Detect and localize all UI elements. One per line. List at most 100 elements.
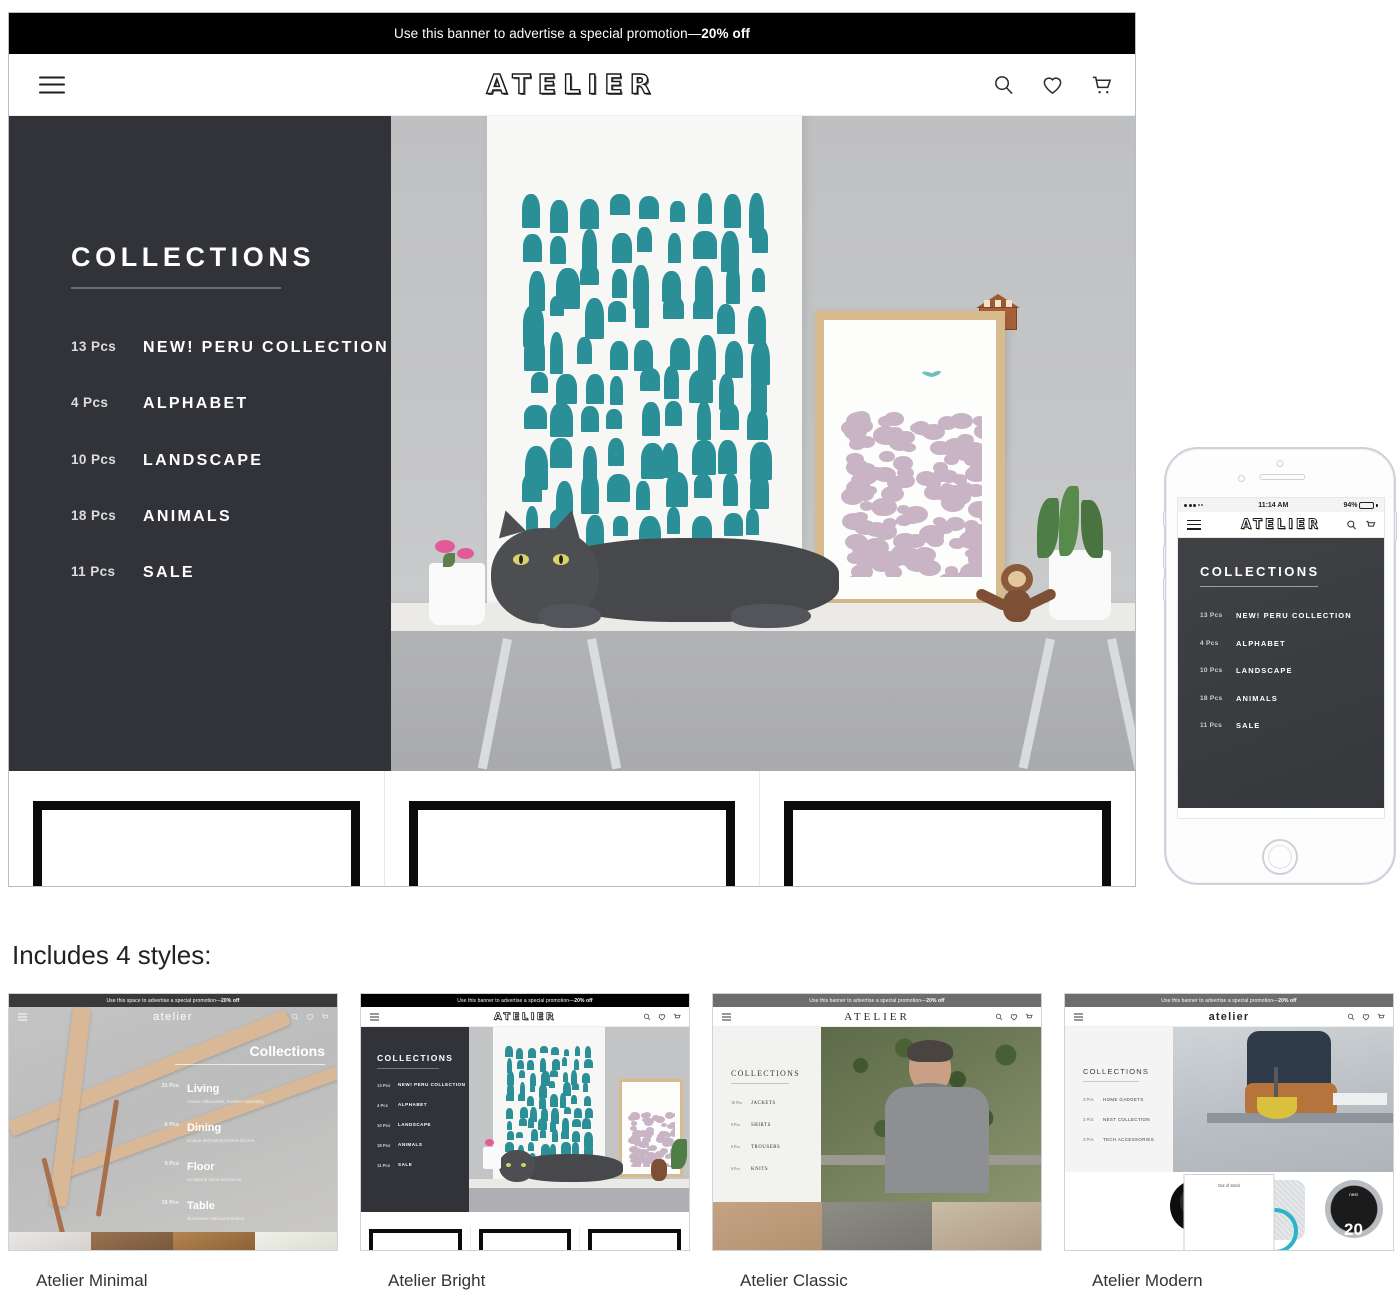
collection-item-landscape[interactable]: 10 Pcs LANDSCAPE: [71, 450, 391, 471]
heart-icon[interactable]: [1362, 1013, 1370, 1021]
collection-item-animals[interactable]: 18 Pcs ANIMALS: [71, 506, 391, 527]
style-thumbnail-minimal[interactable]: Use this space to advertise a special pr…: [8, 993, 338, 1251]
collection-item-alphabet[interactable]: 4 Pcs ALPHABET: [377, 1102, 469, 1109]
hamburger-icon[interactable]: [370, 1013, 379, 1020]
collection-item-landscape[interactable]: 10 Pcs LANDSCAPE: [377, 1122, 469, 1129]
product-thumb[interactable]: [255, 1232, 337, 1250]
collection-item-animals[interactable]: 18 Pcs ANIMALS: [377, 1142, 469, 1149]
collection-item-table[interactable]: 15 Pcs Table Illumination without limitat…: [143, 1196, 325, 1221]
hero-photo-desk: [1173, 1027, 1393, 1172]
desktop-mockup: Use this banner to advertise a special p…: [8, 12, 1136, 887]
product-thumb-thermostat[interactable]: nest 20: [1314, 1172, 1393, 1250]
heart-icon[interactable]: [1010, 1013, 1018, 1021]
brand-logo[interactable]: atelier: [1209, 1011, 1250, 1023]
silent-switch[interactable]: [1163, 511, 1166, 527]
power-button[interactable]: [1394, 511, 1397, 541]
search-icon[interactable]: [291, 1013, 299, 1021]
collection-item-nest[interactable]: 3 Pcs NEST COLLECTION: [1083, 1117, 1173, 1122]
collection-item-sale[interactable]: 11 Pcs SALE: [71, 562, 391, 583]
collection-item-home-gadgets[interactable]: 3 Pcs HOME GADGETS: [1083, 1097, 1173, 1102]
collection-item-dining[interactable]: 6 Pcs Dining Unique and tasteful home fix…: [143, 1118, 325, 1143]
search-icon[interactable]: [643, 1013, 651, 1021]
product-thumb[interactable]: [931, 1202, 1041, 1250]
collection-item-alphabet[interactable]: 4 Pcs ALPHABET: [1200, 639, 1384, 650]
collection-item-animals[interactable]: 18 Pcs ANIMALS: [1200, 694, 1384, 705]
brand-logo[interactable]: ATELIER: [1241, 517, 1321, 533]
wooden-monkey-toy: [974, 564, 1058, 634]
brand-logo[interactable]: ATELIER: [844, 1011, 910, 1023]
product-cell[interactable]: [580, 1226, 689, 1250]
hamburger-icon[interactable]: [1187, 519, 1201, 530]
search-icon[interactable]: [992, 73, 1015, 96]
style-caption-bright: Atelier Bright: [388, 1271, 486, 1290]
style-thumbnail-classic[interactable]: Use this banner to advertise a special p…: [712, 993, 1042, 1251]
product-cell[interactable]: [361, 1226, 471, 1250]
bird-motif: [922, 372, 942, 380]
promo-banner[interactable]: Use this banner to advertise a special p…: [9, 13, 1135, 54]
cart-icon[interactable]: [1025, 1013, 1033, 1021]
style-thumbnail-bright[interactable]: Use this banner to advertise a special p…: [360, 993, 690, 1251]
product-thumb[interactable]: [173, 1232, 255, 1250]
phone-collections-list: 13 Pcs NEW! PERU COLLECTION 4 Pcs ALPHAB…: [1200, 611, 1384, 732]
search-icon[interactable]: [1347, 1013, 1355, 1021]
heart-icon[interactable]: [658, 1013, 666, 1021]
collection-item-alphabet[interactable]: 4 Pcs ALPHABET: [71, 393, 391, 414]
volume-up-button[interactable]: [1163, 545, 1166, 569]
product-cell[interactable]: [9, 771, 385, 886]
collection-item-floor[interactable]: 9 Pcs Floor Sculptural stand-out pieces.: [143, 1157, 325, 1182]
collection-item-living[interactable]: 31 Pcs Living Classic silhouettes, modern…: [143, 1079, 325, 1104]
title-divider: [71, 287, 281, 289]
collection-item-tech-accessories[interactable]: 3 Pcs TECH ACCESSORIES: [1083, 1137, 1173, 1142]
style-caption-modern: Atelier Modern: [1092, 1271, 1203, 1290]
site-header: ATELIER: [713, 1007, 1041, 1027]
brand-logo[interactable]: ATELIER: [494, 1011, 556, 1023]
hamburger-icon[interactable]: [722, 1013, 731, 1020]
collection-count: 3 Pcs: [1083, 1097, 1094, 1102]
collection-item-shirts[interactable]: 9 Pcs SHIRTS: [731, 1122, 821, 1128]
product-thumb[interactable]: [9, 1232, 91, 1250]
search-icon[interactable]: [1346, 519, 1357, 530]
heart-icon[interactable]: [306, 1013, 314, 1021]
hamburger-icon[interactable]: [39, 76, 65, 93]
cart-icon[interactable]: [1365, 519, 1376, 530]
cart-icon[interactable]: [1090, 73, 1113, 96]
home-button[interactable]: [1262, 839, 1298, 875]
heart-icon[interactable]: [1041, 73, 1064, 96]
collection-item-peru[interactable]: 13 Pcs NEW! PERU COLLECTION: [71, 337, 391, 358]
style-thumbnail-modern[interactable]: Use this banner to advertise a special p…: [1064, 993, 1394, 1251]
flower-pot: [429, 563, 485, 625]
collection-item-landscape[interactable]: 10 Pcs LANDSCAPE: [1200, 666, 1384, 677]
collection-item-jackets[interactable]: 10 Pcs JACKETS: [731, 1100, 821, 1106]
promo-banner: Use this space to advertise a special pr…: [9, 994, 337, 1007]
plant-leaf: [671, 1139, 687, 1169]
product-cell[interactable]: [385, 771, 761, 886]
collection-desc: Unique and tasteful home fixtures.: [187, 1138, 256, 1143]
product-cell[interactable]: [760, 771, 1135, 886]
search-icon[interactable]: [995, 1013, 1003, 1021]
cloud-print: [838, 370, 982, 577]
collection-count: 18 Pcs: [377, 1142, 391, 1148]
collection-item-sale[interactable]: 11 Pcs SALE: [1200, 721, 1384, 732]
volume-down-button[interactable]: [1163, 577, 1166, 601]
header-icons: [643, 1013, 681, 1021]
collection-item-peru[interactable]: 13 Pcs NEW! PERU COLLECTION: [1200, 611, 1384, 622]
cart-icon[interactable]: [321, 1013, 329, 1021]
product-cell[interactable]: [471, 1226, 581, 1250]
brand-logo[interactable]: ATELIER: [486, 68, 657, 100]
collection-item-trousers[interactable]: 6 Pcs TROUSERS: [731, 1144, 821, 1150]
collection-count: 9 Pcs: [731, 1122, 740, 1127]
hamburger-icon[interactable]: [1074, 1013, 1083, 1020]
collection-item-knits[interactable]: 6 Pcs KNITS: [731, 1166, 821, 1172]
collection-item-peru[interactable]: 13 Pcs NEW! PERU COLLECTION: [377, 1082, 469, 1089]
collection-count: 10 Pcs: [1200, 667, 1223, 674]
cart-icon[interactable]: [1377, 1013, 1385, 1021]
collection-count: 18 Pcs: [71, 507, 117, 523]
product-thumb[interactable]: [822, 1202, 932, 1250]
product-thumb[interactable]: [91, 1232, 173, 1250]
collection-item-sale[interactable]: 11 Pcs SALE: [377, 1162, 469, 1169]
cart-icon[interactable]: [673, 1013, 681, 1021]
brand-logo[interactable]: atelier: [153, 1011, 193, 1023]
product-thumb[interactable]: [713, 1202, 823, 1250]
hamburger-icon[interactable]: [18, 1013, 27, 1021]
collection-count: 11 Pcs: [1200, 722, 1223, 729]
